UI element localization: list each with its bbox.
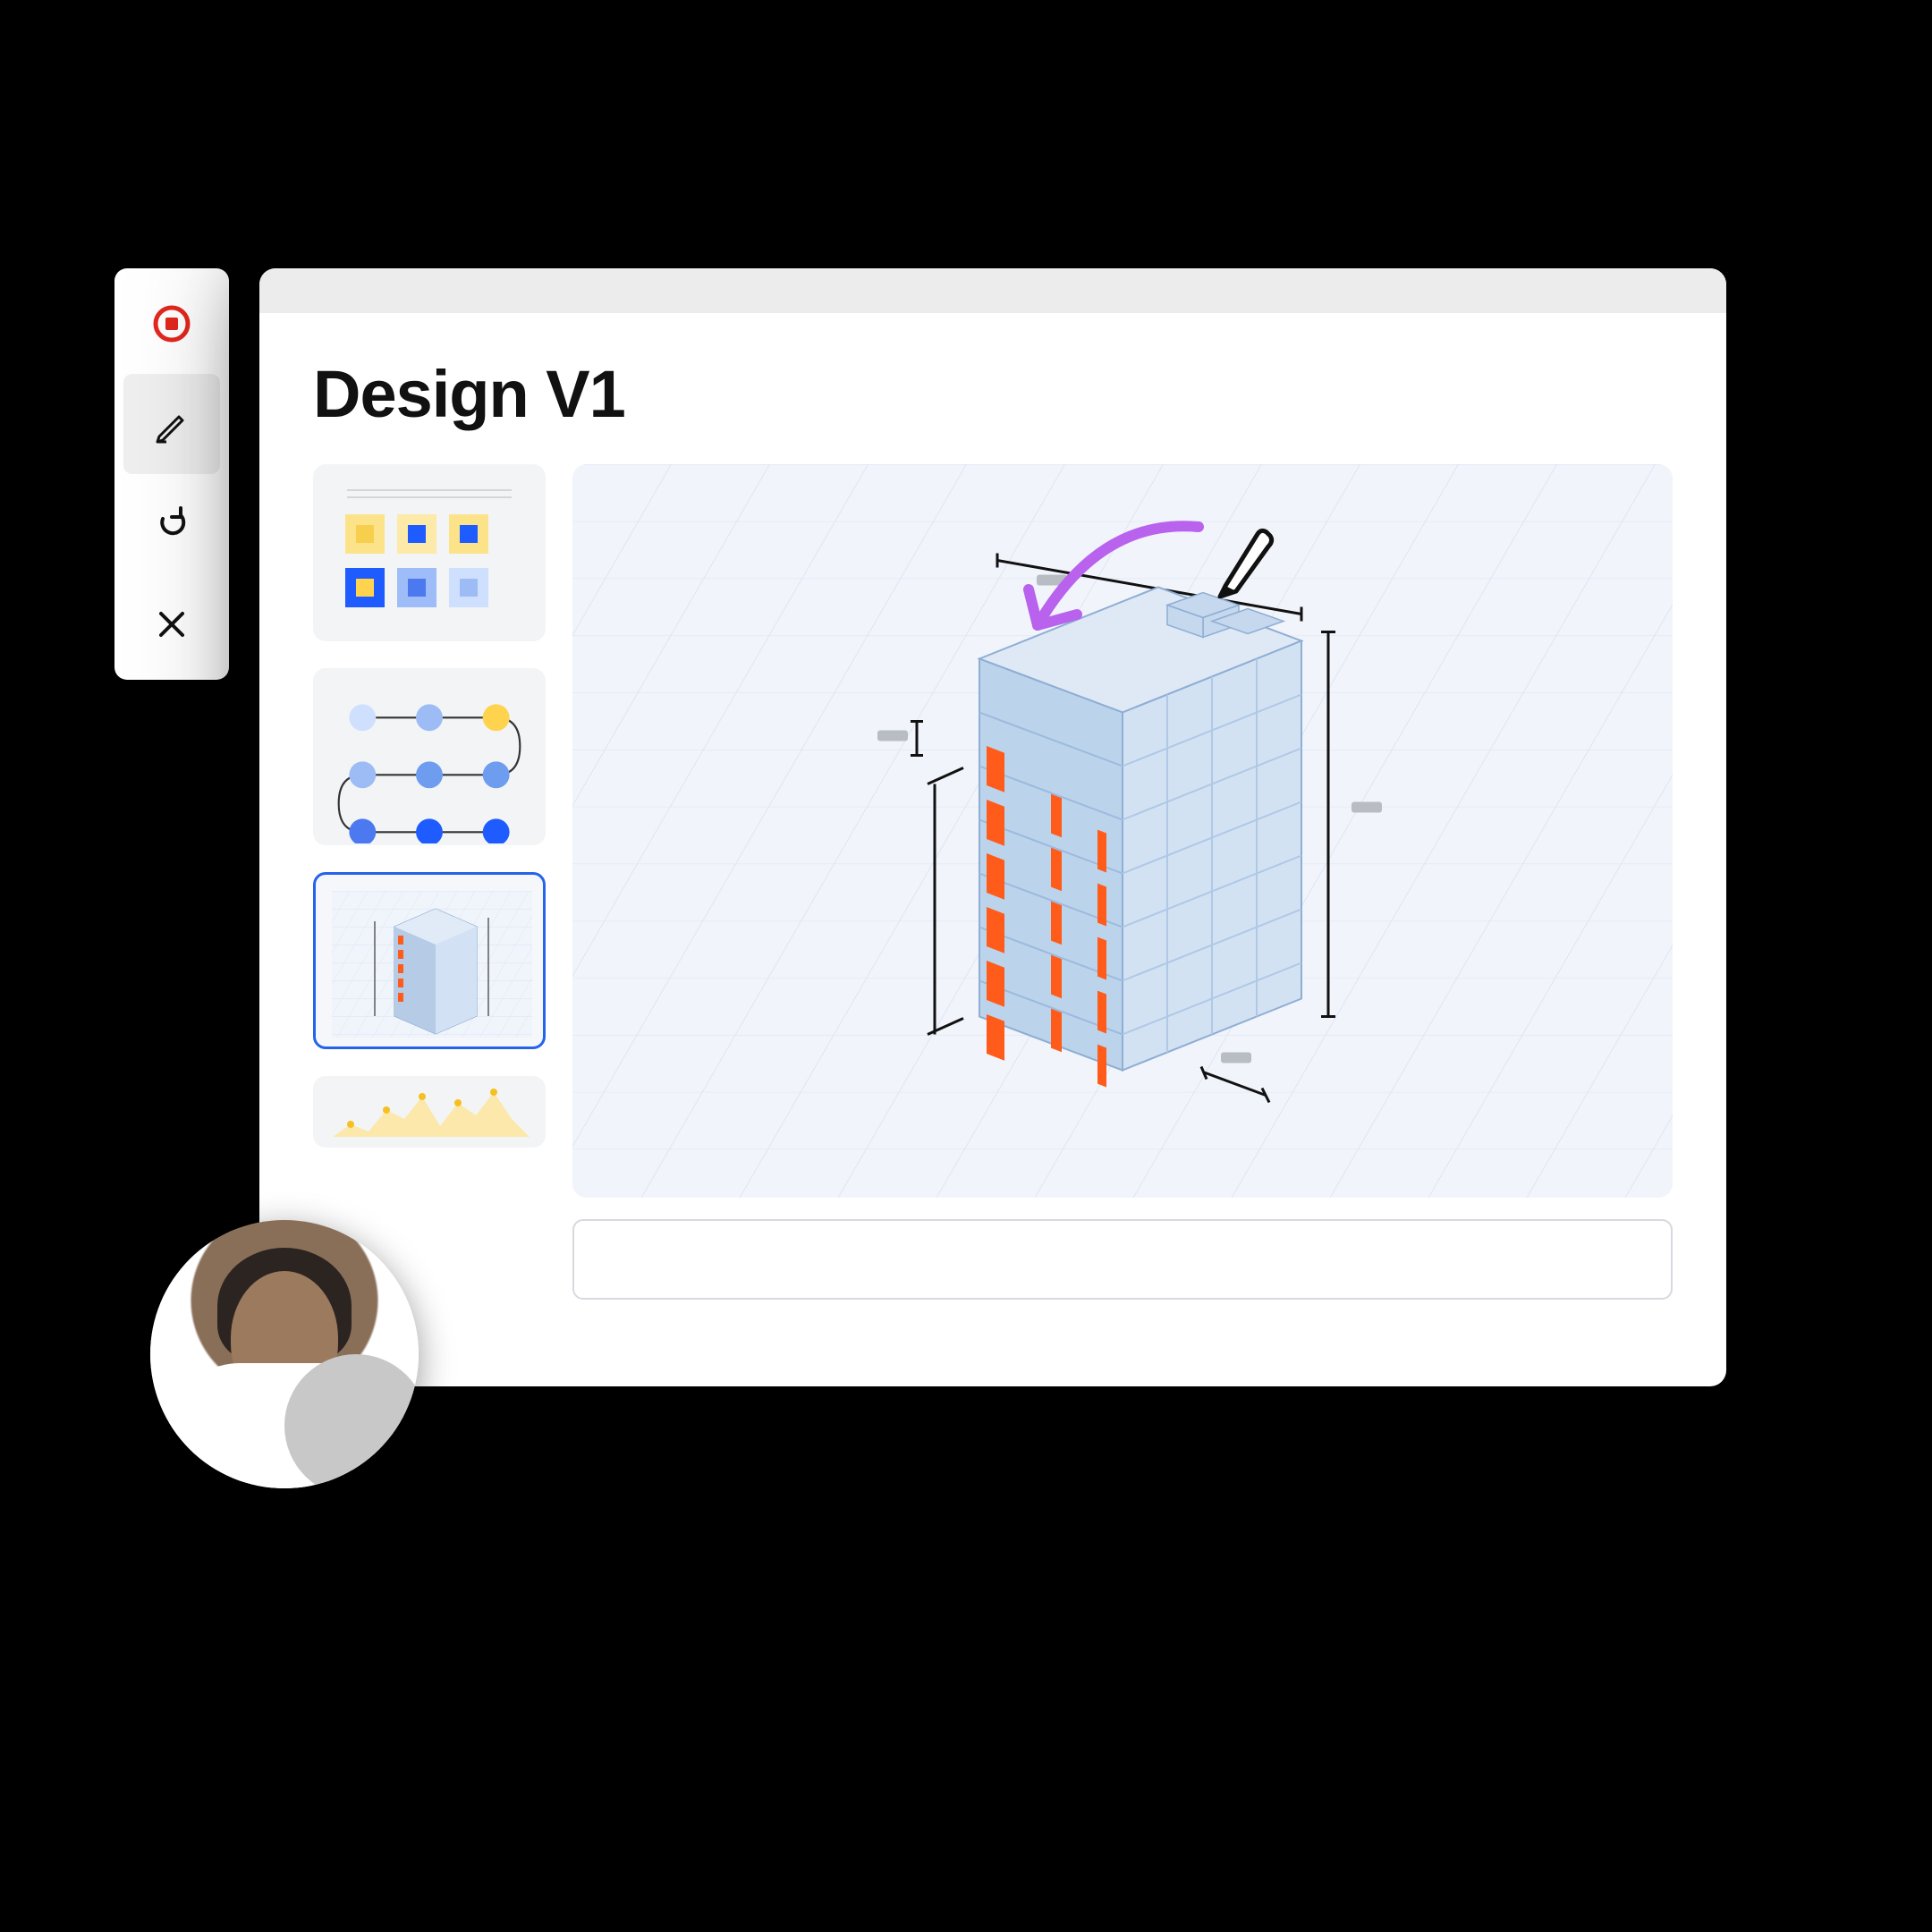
node-graph-preview bbox=[315, 670, 544, 843]
palette-row-1 bbox=[345, 514, 488, 554]
canvas-column bbox=[572, 464, 1673, 1300]
redo-icon bbox=[152, 504, 191, 544]
thumbnail-sidebar bbox=[313, 464, 546, 1300]
close-icon bbox=[154, 606, 190, 642]
swatch bbox=[345, 568, 385, 607]
building-model bbox=[783, 534, 1462, 1129]
thumbnail-model-3d[interactable] bbox=[313, 872, 546, 1049]
thumbnail-chart[interactable] bbox=[313, 1076, 546, 1148]
presenter-avatar[interactable] bbox=[150, 1220, 419, 1488]
swatch bbox=[449, 514, 488, 554]
close-button[interactable] bbox=[114, 574, 229, 674]
chart-preview bbox=[324, 1083, 538, 1146]
app-window: Design V1 bbox=[259, 268, 1726, 1386]
record-icon bbox=[150, 302, 193, 345]
thumbnail-graph[interactable] bbox=[313, 668, 546, 845]
page-title: Design V1 bbox=[259, 313, 1726, 464]
palette-divider bbox=[347, 489, 512, 491]
redo-button[interactable] bbox=[114, 474, 229, 574]
avatar-shoulder bbox=[284, 1354, 419, 1488]
record-button[interactable] bbox=[114, 274, 229, 374]
pen-cursor-icon bbox=[1208, 518, 1279, 603]
swatch bbox=[397, 568, 436, 607]
pencil-icon bbox=[152, 404, 191, 444]
model-preview bbox=[332, 891, 527, 1030]
window-titlebar bbox=[259, 268, 1726, 313]
design-canvas[interactable] bbox=[572, 464, 1673, 1198]
draw-button[interactable] bbox=[123, 374, 220, 474]
thumbnail-palette[interactable] bbox=[313, 464, 546, 641]
swatch bbox=[345, 514, 385, 554]
palette-row-2 bbox=[345, 568, 488, 607]
content-area bbox=[259, 464, 1726, 1335]
swatch bbox=[449, 568, 488, 607]
swatch bbox=[397, 514, 436, 554]
comment-input[interactable] bbox=[572, 1219, 1673, 1300]
annotation-toolbar bbox=[114, 268, 229, 680]
